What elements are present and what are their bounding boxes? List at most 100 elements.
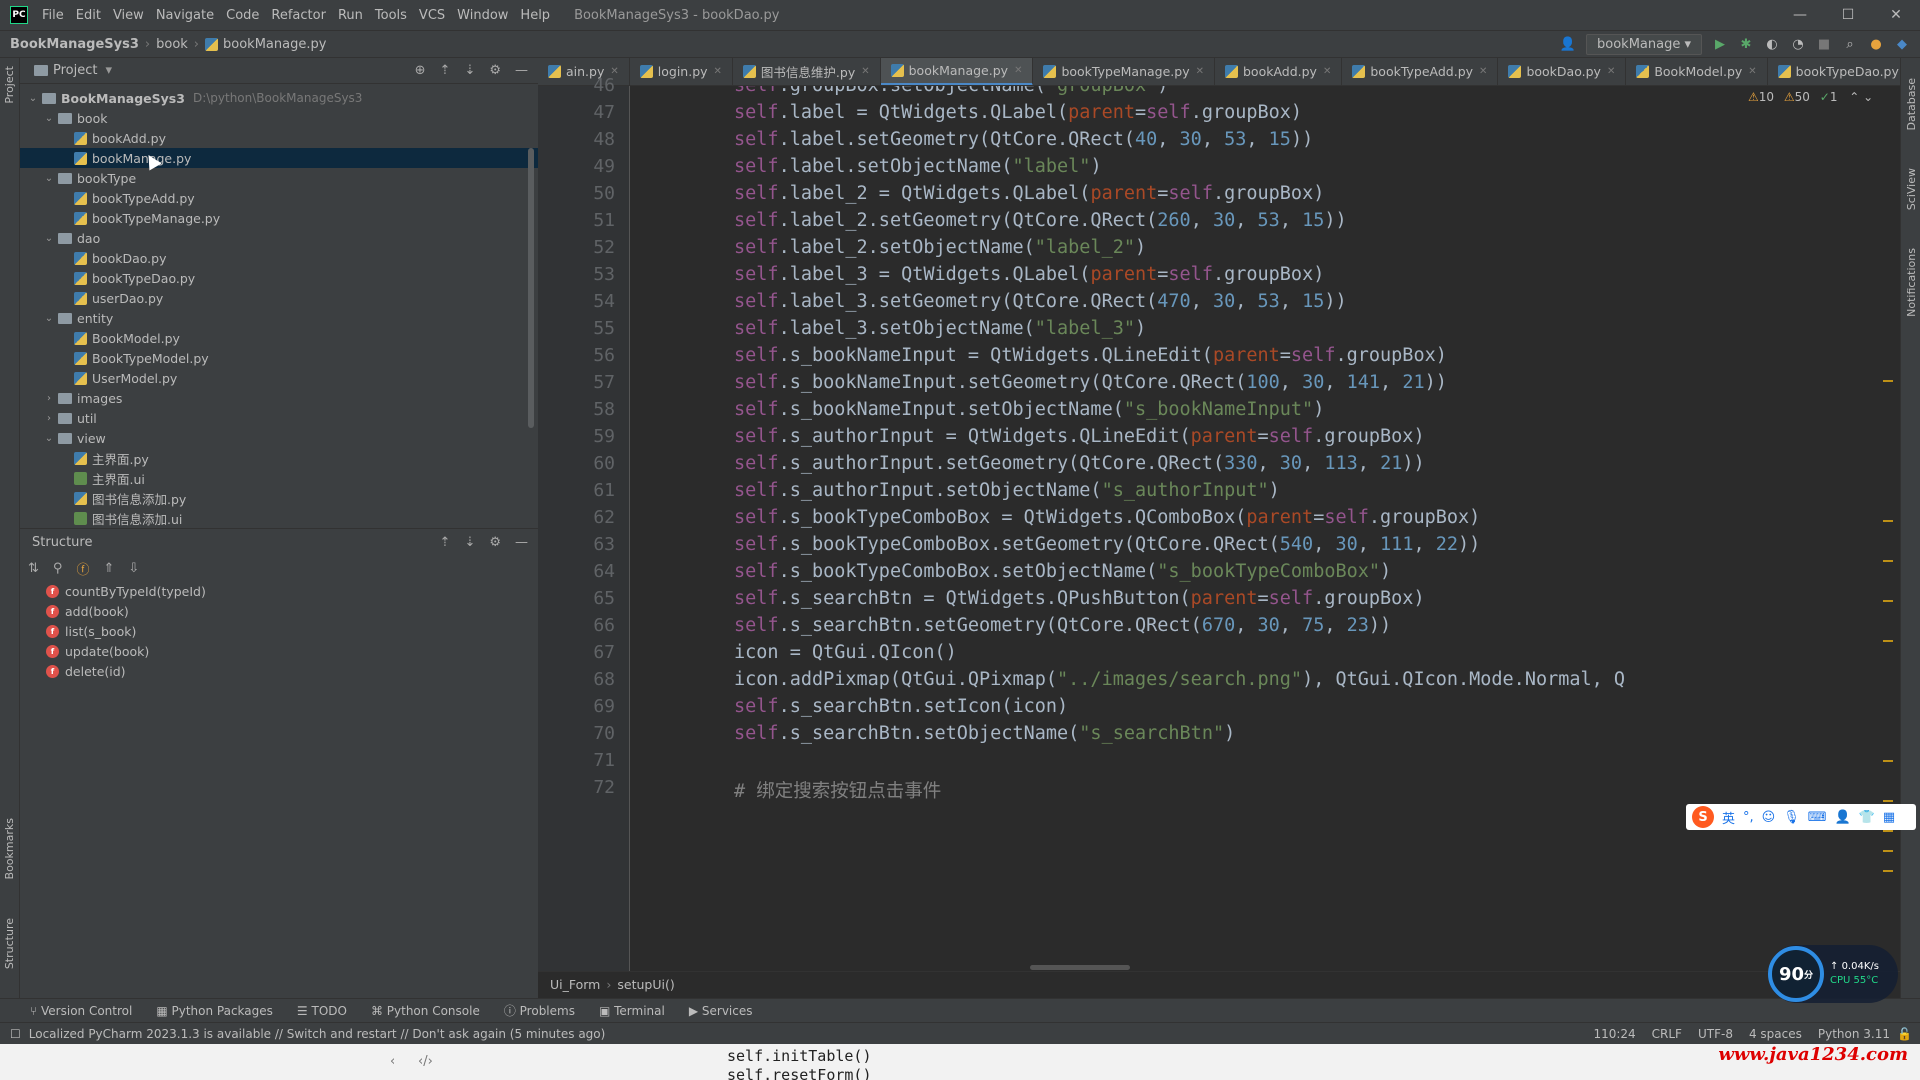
menu-edit[interactable]: Edit	[70, 8, 107, 23]
collapse-all-icon[interactable]: ⇣	[464, 63, 475, 78]
tree-file[interactable]: bookTypeManage.py	[20, 208, 538, 228]
code-line[interactable]: self.label_3.setGeometry(QtCore.QRect(47…	[734, 291, 1347, 312]
editor-tab[interactable]: bookManage.py ✕	[880, 58, 1034, 85]
code-line[interactable]: self.s_searchBtn = QtWidgets.QPushButton…	[734, 588, 1425, 609]
close-icon[interactable]: ✕	[1872, 7, 1920, 23]
breadcrumb-class[interactable]: Ui_Form	[550, 977, 600, 992]
code-line[interactable]: self.label_2 = QtWidgets.QLabel(parent=s…	[734, 183, 1324, 204]
menu-file[interactable]: File	[36, 8, 70, 23]
problems-tab[interactable]: ⓘ Problems	[504, 1002, 575, 1019]
sort-alpha-icon[interactable]: ⇅	[28, 561, 39, 576]
tree-folder[interactable]: ⌄ view	[20, 428, 538, 448]
terminal-tab[interactable]: ▣ Terminal	[599, 1004, 665, 1018]
python-interpreter[interactable]: Python 3.11	[1818, 1027, 1890, 1041]
code-line[interactable]: self.label = QtWidgets.QLabel(parent=sel…	[734, 102, 1302, 123]
system-monitor-widget[interactable]: 90 分 ↑ 0.04K/s CPU 55°C	[1768, 945, 1898, 1003]
emoji-icon[interactable]: ☺	[1762, 810, 1776, 825]
editor-tab[interactable]: bookTypeDao.py✕	[1768, 58, 1900, 85]
structure-item[interactable]: f delete(id)	[20, 661, 538, 681]
menu-tools[interactable]: Tools	[369, 8, 413, 23]
tree-file[interactable]: bookTypeDao.py	[20, 268, 538, 288]
warning-mark[interactable]	[1883, 640, 1893, 642]
editor-tab[interactable]: login.py ✕	[630, 58, 733, 85]
tree-file[interactable]: 主界面.py	[20, 448, 538, 468]
inspection-widget[interactable]: ⚠10 ⚠50 ✓1 ⌃ ⌄	[1748, 90, 1873, 104]
editor-tab[interactable]: bookAdd.py ✕	[1215, 58, 1343, 85]
editor-tab[interactable]: 图书信息维护.py ✕	[733, 58, 881, 85]
code-line[interactable]: self.groupBox.setObjectName("groupBox")	[734, 86, 1168, 96]
line-separator[interactable]: CRLF	[1652, 1027, 1682, 1041]
locate-icon[interactable]: ⊕	[415, 63, 426, 78]
close-tab-icon[interactable]: ✕	[1323, 66, 1331, 77]
indent-setting[interactable]: 4 spaces	[1749, 1027, 1802, 1041]
structure-item[interactable]: f add(book)	[20, 601, 538, 621]
close-tab-icon[interactable]: ✕	[1479, 66, 1487, 77]
back-icon[interactable]: ‹	[390, 1054, 395, 1069]
lock-icon[interactable]: 🔓	[1897, 1027, 1912, 1041]
project-panel-title[interactable]: Project	[53, 63, 97, 78]
python-console-tab[interactable]: ⌘ Python Console	[371, 1004, 480, 1018]
python-packages-tab[interactable]: ▦ Python Packages	[156, 1004, 273, 1018]
code-line[interactable]: # 绑定搜索按钮点击事件	[734, 777, 941, 803]
tree-file[interactable]: 图书信息添加.ui	[20, 508, 538, 528]
menu-code[interactable]: Code	[220, 8, 265, 23]
horizontal-scrollbar[interactable]	[1030, 965, 1130, 970]
navigate-icon[interactable]: ⇩	[128, 561, 139, 576]
tree-file[interactable]: BookModel.py	[20, 328, 538, 348]
notifications-tool-button[interactable]: Notifications	[1905, 248, 1918, 317]
settings-icon[interactable]: ⚙	[489, 535, 501, 550]
chevron-down-icon[interactable]: ⌄	[42, 113, 56, 124]
tree-root[interactable]: ⌄ BookManageSys3 D:\python\BookManageSys…	[20, 88, 538, 108]
code-line[interactable]: self.label_2.setObjectName("label_2")	[734, 237, 1146, 258]
tree-folder[interactable]: ⌄ entity	[20, 308, 538, 328]
code-line[interactable]: self.s_bookTypeComboBox.setObjectName("s…	[734, 561, 1391, 582]
code-editor[interactable]: self.groupBox.setObjectName("groupBox") s…	[631, 86, 1881, 971]
tree-folder[interactable]: › images	[20, 388, 538, 408]
code-line[interactable]: self.label.setGeometry(QtCore.QRect(40, …	[734, 129, 1313, 150]
user-icon[interactable]: 👤	[1560, 36, 1576, 52]
editor-tab[interactable]: bookTypeManage.py ✕	[1033, 58, 1215, 85]
structure-item[interactable]: f update(book)	[20, 641, 538, 661]
tree-file[interactable]: 图书信息添加.py	[20, 488, 538, 508]
coverage-icon[interactable]: ◐	[1764, 36, 1780, 52]
tree-folder[interactable]: ⌄ bookType	[20, 168, 538, 188]
tree-folder[interactable]: ⌄ dao	[20, 228, 538, 248]
warning-mark[interactable]	[1883, 800, 1893, 802]
hide-icon[interactable]: —	[515, 535, 528, 550]
collapse-all-icon[interactable]: ⇣	[464, 535, 475, 550]
code-line[interactable]: self.s_bookNameInput.setObjectName("s_bo…	[734, 399, 1324, 420]
services-tab[interactable]: ▶ Services	[689, 1004, 753, 1018]
skin-icon[interactable]: 👕	[1859, 810, 1875, 825]
inherited-icon[interactable]: ⇑	[103, 561, 114, 576]
debug-icon[interactable]: ✱	[1738, 36, 1754, 52]
close-tab-icon[interactable]: ✕	[714, 66, 722, 77]
code-line[interactable]: self.label_3.setObjectName("label_3")	[734, 318, 1146, 339]
menu-navigate[interactable]: Navigate	[150, 8, 220, 23]
expand-all-icon[interactable]: ⇡	[440, 63, 451, 78]
close-tab-icon[interactable]: ✕	[1607, 66, 1615, 77]
code-line[interactable]: self.s_authorInput.setObjectName("s_auth…	[734, 480, 1280, 501]
close-tab-icon[interactable]: ✕	[861, 66, 869, 77]
database-tool-button[interactable]: Database	[1905, 78, 1918, 131]
code-line[interactable]: self.s_bookTypeComboBox = QtWidgets.QCom…	[734, 507, 1480, 528]
sciview-tool-button[interactable]: SciView	[1905, 168, 1918, 210]
caret-position[interactable]: 110:24	[1593, 1027, 1635, 1041]
filter-icon[interactable]: ⚲	[53, 561, 63, 576]
menu-vcs[interactable]: VCS	[413, 8, 451, 23]
chevron-down-icon[interactable]: ⌄	[42, 433, 56, 444]
project-tool-button[interactable]: Project	[3, 66, 16, 104]
code-line[interactable]: self.s_searchBtn.setGeometry(QtCore.QRec…	[734, 615, 1391, 636]
todo-tab[interactable]: ☰ TODO	[297, 1004, 347, 1018]
tree-file[interactable]: BookTypeModel.py	[20, 348, 538, 368]
chevron-right-icon[interactable]: ›	[42, 413, 56, 424]
jetbrains-icon[interactable]: ◆	[1894, 36, 1910, 52]
tree-file[interactable]: bookTypeAdd.py	[20, 188, 538, 208]
maximize-icon[interactable]: ☐	[1824, 7, 1872, 23]
code-line[interactable]: self.s_authorInput = QtWidgets.QLineEdit…	[734, 426, 1425, 447]
error-stripe[interactable]	[1880, 86, 1896, 971]
menu-help[interactable]: Help	[514, 8, 556, 23]
stop-icon[interactable]: ■	[1816, 36, 1832, 52]
chevron-down-icon[interactable]: ⌄	[42, 313, 56, 324]
code-line[interactable]: self.s_searchBtn.setIcon(icon)	[734, 696, 1068, 717]
event-log-icon[interactable]: ☐	[10, 1027, 21, 1041]
